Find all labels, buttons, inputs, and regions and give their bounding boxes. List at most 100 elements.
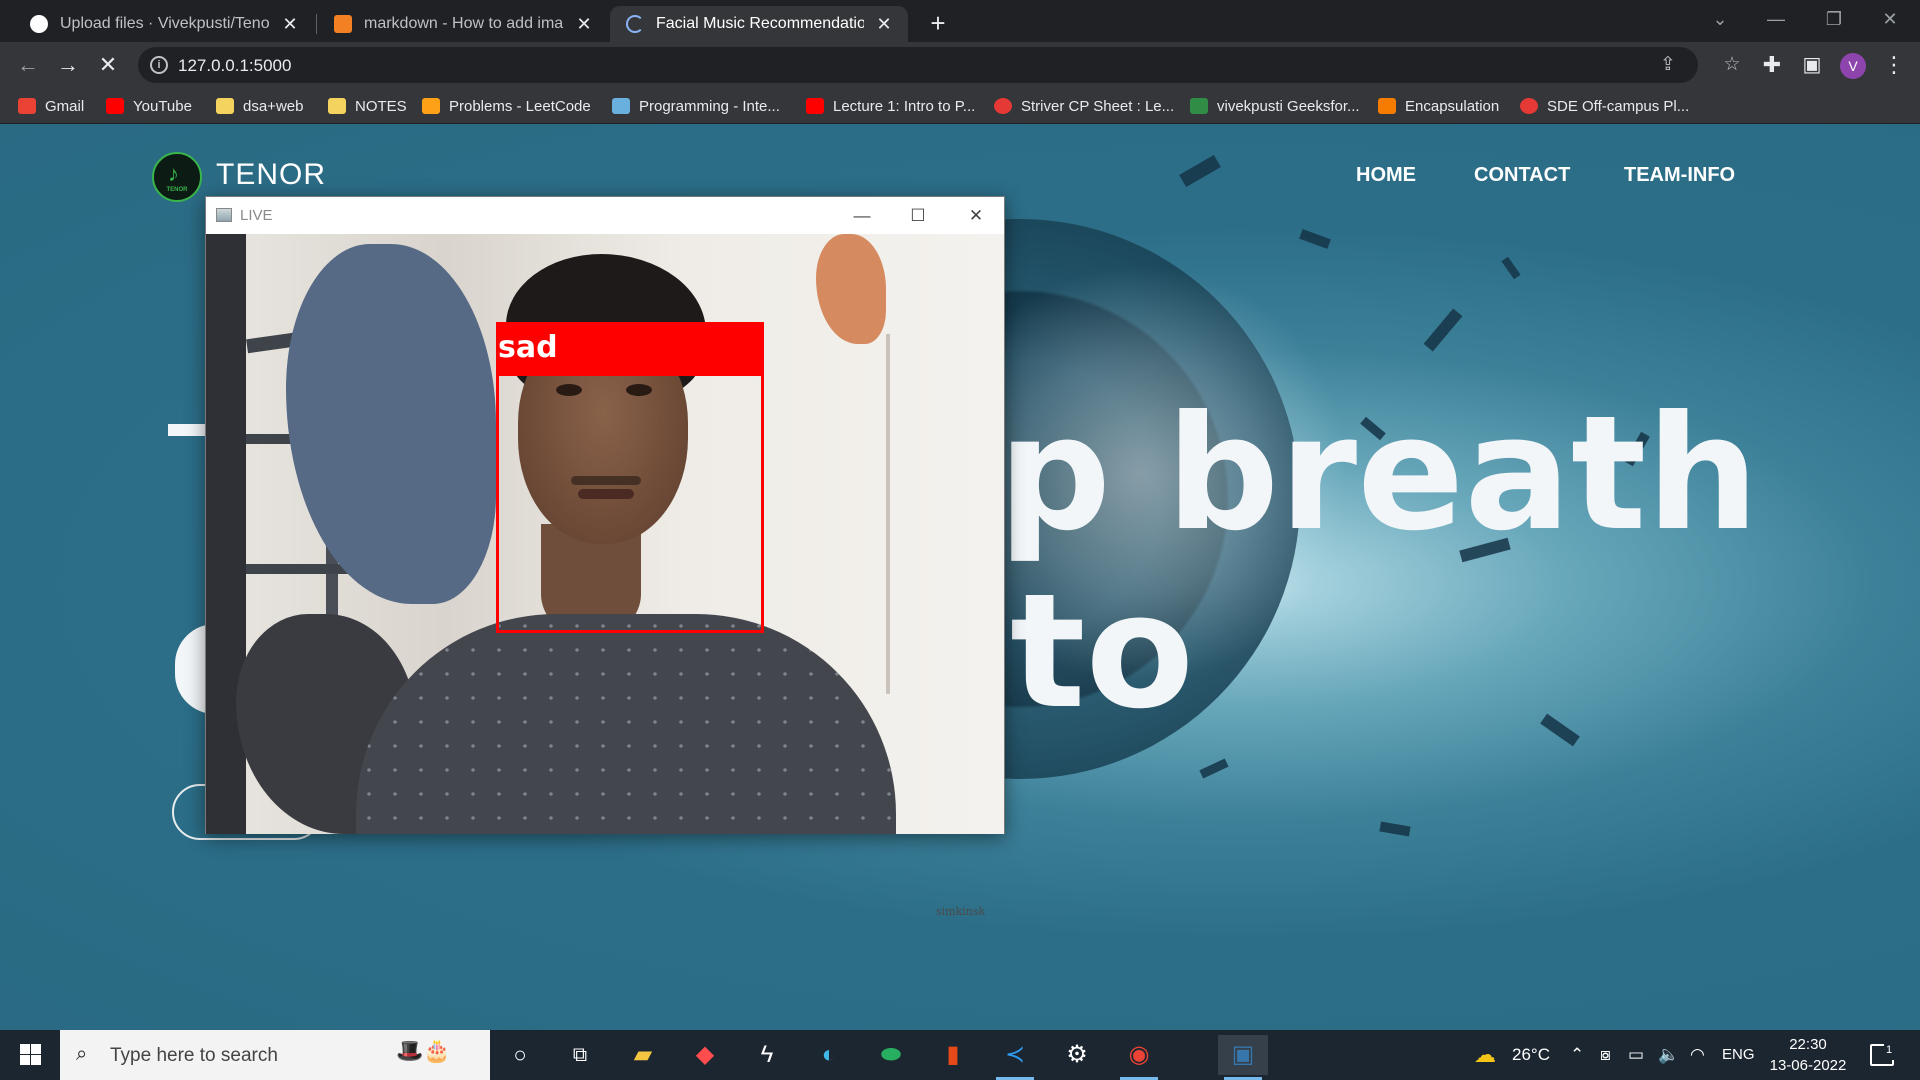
office-icon[interactable]: ▮ — [928, 1035, 978, 1075]
tuf-icon — [1520, 98, 1538, 114]
shard-graphic — [1501, 256, 1521, 280]
profile-avatar[interactable]: V — [1840, 53, 1866, 79]
stop-loading-icon[interactable]: ✕ — [92, 49, 124, 81]
bookmark-star-icon[interactable]: ☆ — [1720, 53, 1744, 77]
live-camera-window[interactable]: LIVE — ☐ ✕ sad — [205, 196, 1005, 834]
close-icon[interactable]: ✕ — [574, 14, 594, 35]
mountain-icon — [612, 98, 630, 114]
bookmark-sde-offcampus[interactable]: SDE Off-campus Pl... — [1520, 94, 1689, 118]
bookmark-label: Problems - LeetCode — [449, 97, 591, 115]
webcam-feed: sad — [206, 234, 1004, 834]
tab-strip: Upload files · Vivekpusti/Tenor ✕ markdo… — [0, 0, 1920, 42]
tab-title: markdown - How to add images — [364, 15, 564, 32]
bookmark-gmail[interactable]: Gmail — [18, 94, 84, 118]
python-icon[interactable]: ▣ — [1218, 1035, 1268, 1080]
shard-graphic — [1379, 821, 1411, 837]
clock-time: 22:30 — [1789, 1036, 1827, 1053]
cortana-icon[interactable]: ○ — [495, 1035, 545, 1075]
bookmark-striver[interactable]: Striver CP Sheet : Le... — [994, 94, 1174, 118]
bookmark-encapsulation[interactable]: Encapsulation — [1378, 94, 1499, 118]
start-button[interactable] — [0, 1030, 60, 1080]
device-icon[interactable]: ⧇ — [1600, 1030, 1611, 1080]
back-icon[interactable]: ← — [12, 49, 44, 81]
close-icon[interactable]: ✕ — [948, 197, 1004, 234]
site-logo[interactable]: ♪ TENOR — [152, 152, 202, 202]
weather-icon[interactable]: ☁ — [1474, 1030, 1496, 1080]
restore-icon[interactable]: ❐ — [1806, 0, 1862, 40]
bookmark-dsa-web[interactable]: dsa+web — [216, 94, 303, 118]
address-bar[interactable]: i 127.0.0.1:5000 ⇪ ☆ — [138, 47, 1741, 83]
mongodb-icon[interactable]: ⬬ — [866, 1035, 916, 1075]
app-diamond-icon[interactable]: ◆ — [680, 1035, 730, 1075]
vscode-icon[interactable]: ≺ — [990, 1035, 1040, 1080]
volume-icon[interactable]: 🔈 — [1658, 1030, 1679, 1080]
share-icon[interactable]: ⇪ — [1656, 53, 1680, 77]
menu-icon[interactable]: ⋮ — [1878, 49, 1910, 81]
wifi-icon[interactable]: ◠ — [1690, 1030, 1705, 1080]
logo-text: TENOR — [166, 187, 188, 193]
chrome-icon[interactable]: ◉ — [1114, 1035, 1164, 1080]
windows-logo-icon — [31, 1044, 41, 1054]
nav-home[interactable]: HOME — [1356, 164, 1416, 187]
url-text[interactable]: 127.0.0.1:5000 — [178, 56, 291, 76]
bookmark-label: Programming - Inte... — [639, 97, 780, 115]
forward-icon[interactable]: → — [52, 49, 84, 81]
bookmark-notes[interactable]: NOTES — [328, 94, 407, 118]
hanging-clothes — [286, 244, 496, 604]
youtube-icon — [106, 98, 124, 114]
bookmark-label: Encapsulation — [1405, 97, 1500, 115]
tab-search-icon[interactable]: ⌄ — [1692, 0, 1748, 40]
show-hidden-icons-icon[interactable]: ⌃ — [1570, 1030, 1584, 1080]
tab-upload-files[interactable]: Upload files · Vivekpusti/Tenor ✕ — [14, 6, 314, 42]
browser-toolbar: ← → ✕ i 127.0.0.1:5000 ⇪ ☆ ✚ ▣ V ⋮ — [0, 42, 1920, 88]
taskbar-search-box[interactable]: ⌕ Type here to search 🎩🎂 — [60, 1030, 490, 1080]
file-explorer-icon[interactable]: ▰ — [618, 1035, 668, 1075]
close-icon[interactable]: ✕ — [280, 14, 300, 35]
hero-fragment-bar — [168, 424, 208, 436]
app-lightning-icon[interactable]: ϟ — [742, 1035, 792, 1075]
bunk-bed-frame — [206, 234, 246, 834]
shard-graphic — [1540, 713, 1580, 747]
new-tab-button[interactable]: + — [922, 8, 954, 40]
minimize-icon[interactable]: — — [1748, 0, 1804, 40]
bookmarks-bar: Gmail YouTube dsa+web NOTES Problems - L… — [0, 88, 1920, 124]
maximize-icon[interactable]: ☐ — [890, 197, 946, 234]
nav-contact[interactable]: CONTACT — [1474, 164, 1570, 187]
extensions-icon[interactable]: ✚ — [1756, 49, 1788, 81]
bookmark-lecture-1[interactable]: Lecture 1: Intro to P... — [806, 94, 975, 118]
side-panel-icon[interactable]: ▣ — [1796, 49, 1828, 81]
weather-temperature[interactable]: 26°C — [1512, 1030, 1550, 1080]
folder-icon — [216, 98, 234, 114]
bookmark-geeksforgeeks[interactable]: vivekpusti Geeksfor... — [1190, 94, 1360, 118]
edge-icon[interactable]: ◐ — [804, 1035, 854, 1075]
tuf-icon — [994, 98, 1012, 114]
search-highlight-art: 🎩🎂 — [396, 1038, 451, 1063]
battery-icon[interactable]: ▭ — [1628, 1030, 1644, 1080]
tab-markdown[interactable]: markdown - How to add images ✕ — [318, 6, 608, 42]
shard-graphic — [1199, 758, 1229, 779]
close-icon[interactable]: ✕ — [874, 14, 894, 35]
app-window-icon — [216, 208, 232, 222]
wardrobe-edge — [886, 334, 890, 694]
hero-heading-line1: p breath — [998, 382, 1759, 566]
site-brand-name[interactable]: TENOR — [216, 158, 326, 192]
system-clock[interactable]: 22:30 13-06-2022 — [1768, 1034, 1848, 1076]
bookmark-youtube[interactable]: YouTube — [106, 94, 192, 118]
github-icon — [30, 15, 48, 33]
loading-icon — [626, 15, 644, 33]
nav-team-info[interactable]: TEAM-INFO — [1624, 164, 1735, 187]
language-indicator[interactable]: ENG — [1722, 1030, 1755, 1080]
bookmark-programming[interactable]: Programming - Inte... — [612, 94, 780, 118]
site-info-icon[interactable]: i — [150, 56, 168, 74]
emotion-label: sad — [496, 322, 764, 374]
tab-facial-music[interactable]: Facial Music Recommendation ✕ — [610, 6, 908, 42]
bookmark-label: YouTube — [133, 97, 192, 115]
bookmark-leetcode[interactable]: Problems - LeetCode — [422, 94, 591, 118]
shirt — [356, 614, 896, 834]
settings-icon[interactable]: ⚙ — [1052, 1035, 1102, 1075]
task-view-icon[interactable]: ⧉ — [555, 1035, 605, 1075]
live-window-titlebar[interactable]: LIVE — ☐ ✕ — [206, 197, 1004, 234]
minimize-icon[interactable]: — — [834, 197, 890, 234]
bookmark-label: SDE Off-campus Pl... — [1547, 97, 1690, 115]
close-window-icon[interactable]: ✕ — [1862, 0, 1918, 40]
